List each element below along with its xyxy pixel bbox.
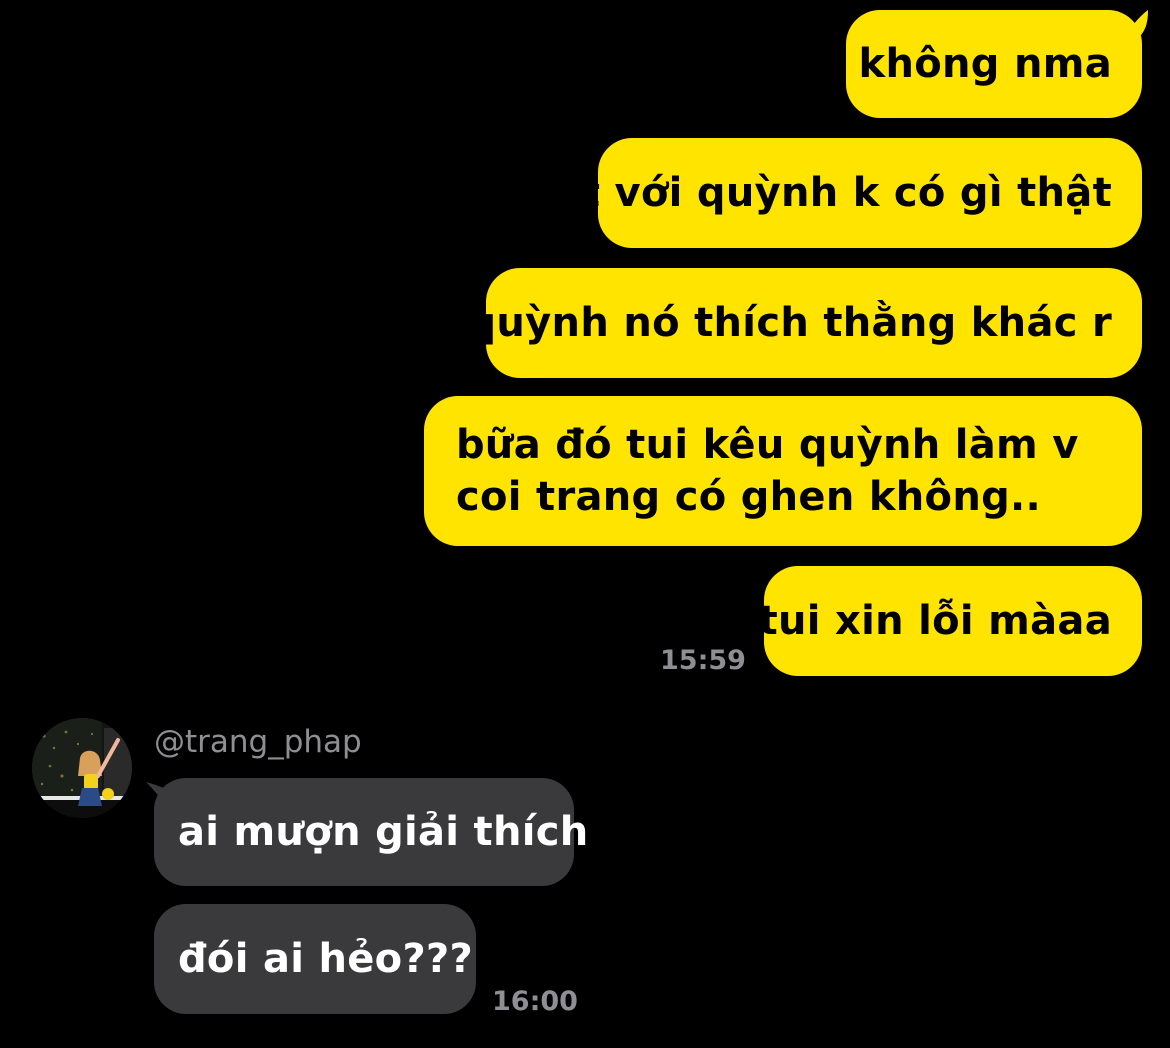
incoming-message[interactable]: đói ai hẻo??? xyxy=(154,904,476,1014)
message-text: quỳnh nó thích thằng khác r xyxy=(467,300,1112,346)
outgoing-message[interactable]: quỳnh nó thích thằng khác r xyxy=(467,268,1142,378)
message-text: ai mượn giải thích xyxy=(178,809,589,855)
message-text: đói ai hẻo??? xyxy=(178,936,473,982)
bubble-tail-icon xyxy=(1110,10,1148,52)
outgoing-message[interactable]: không nma xyxy=(846,10,1142,118)
incoming-message[interactable]: ai mượn giải thích xyxy=(154,778,588,886)
avatar[interactable] xyxy=(32,718,132,818)
outgoing-message[interactable]: t với quỳnh k có gì thật xyxy=(581,138,1142,248)
message-text: không nma xyxy=(858,41,1112,87)
message-text: bữa đó tui kêu quỳnh làm v coi trang có … xyxy=(456,422,1079,520)
outgoing-timestamp: 15:59 xyxy=(660,645,746,676)
message-text: tui xin lỗi màaa xyxy=(758,598,1112,644)
outgoing-message[interactable]: tui xin lỗi màaa xyxy=(759,566,1142,676)
outgoing-message[interactable]: bữa đó tui kêu quỳnh làm v coi trang có … xyxy=(424,396,1142,546)
sender-username[interactable]: @trang_phap xyxy=(154,724,362,760)
message-text: t với quỳnh k có gì thật xyxy=(580,170,1112,216)
user-avatar-photo-icon xyxy=(32,718,132,818)
incoming-timestamp: 16:00 xyxy=(492,986,578,1017)
